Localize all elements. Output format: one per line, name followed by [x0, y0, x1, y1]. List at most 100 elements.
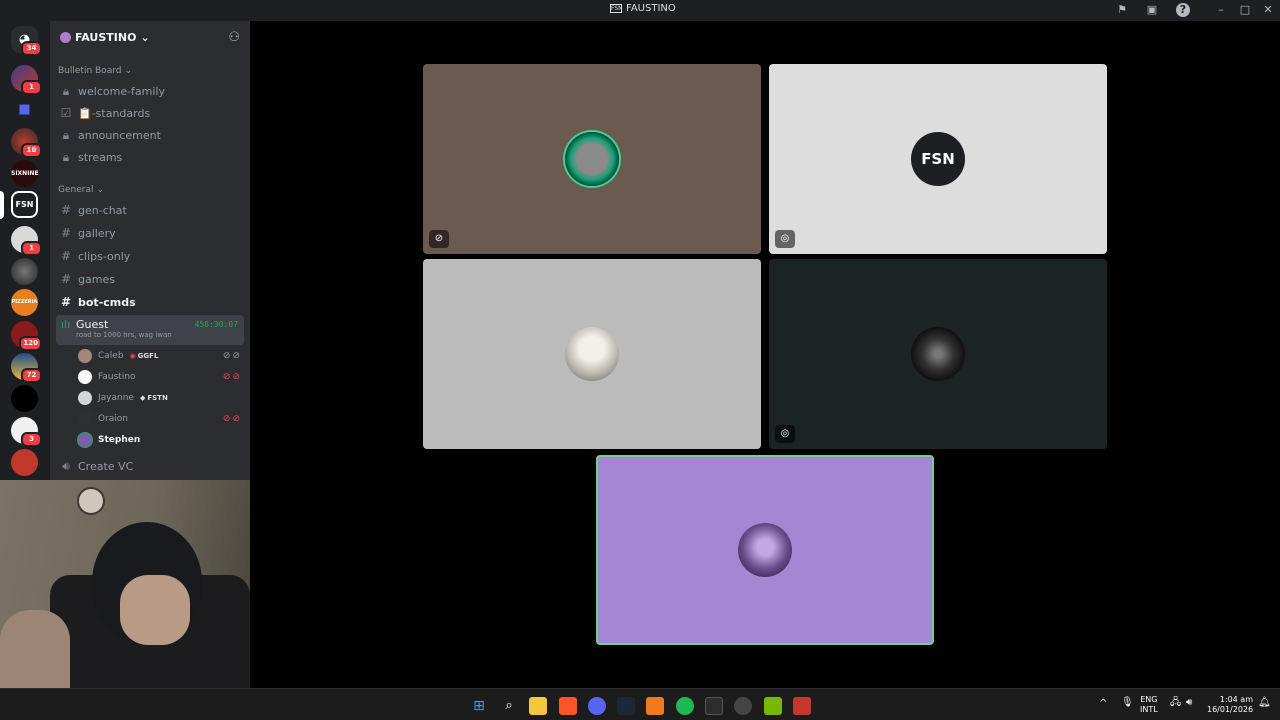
voice-user-oraion[interactable]: Oraion ⊘⊘: [78, 408, 242, 429]
chevron-up-icon[interactable]: ^: [1099, 699, 1107, 709]
terminal-icon[interactable]: [705, 697, 723, 715]
participant-tile-speaking[interactable]: [596, 455, 934, 645]
language-top: ENG: [1140, 695, 1158, 704]
user-name: Stephen: [98, 434, 141, 445]
channel-games[interactable]: # games: [56, 268, 244, 290]
channel-gallery[interactable]: # gallery: [56, 222, 244, 244]
server-icon[interactable]: 3: [11, 417, 42, 447]
spotify-icon[interactable]: [676, 697, 694, 715]
minimize-icon[interactable]: –: [1213, 2, 1229, 18]
server-icon[interactable]: [11, 449, 38, 476]
file-explorer-icon[interactable]: [529, 697, 547, 715]
server-badge: 120: [19, 336, 42, 351]
participant-tile[interactable]: ◎: [769, 259, 1107, 449]
maximize-icon[interactable]: □: [1237, 2, 1253, 18]
microphone-icon[interactable]: 🎙︎: [1121, 698, 1134, 708]
channel-bot-cmds[interactable]: # bot-cmds: [56, 291, 244, 313]
voice-user-stephen[interactable]: Stephen: [78, 429, 242, 450]
server-sixnine[interactable]: SIXNINE: [11, 160, 39, 187]
voice-channel-status: road to 1000 hrs, wag iwan: [76, 331, 172, 339]
server-icon[interactable]: 10: [11, 128, 42, 158]
server-icon[interactable]: 72: [11, 353, 42, 383]
server-icon[interactable]: 1: [11, 226, 42, 256]
channel-clips-only[interactable]: # clips-only: [56, 245, 244, 267]
avatar: [911, 327, 965, 381]
brave-icon[interactable]: [559, 697, 577, 715]
avatar: [78, 411, 92, 426]
category-general[interactable]: General ⌄: [50, 181, 250, 199]
voice-user-caleb[interactable]: Caleb ◉ GGFL ⊘⊘: [78, 345, 242, 366]
lock-icon: 🔒︎: [62, 127, 70, 142]
add-member-icon[interactable]: ⚇: [228, 30, 240, 45]
muted-icon: ⊘: [429, 230, 449, 248]
chrome-icon[interactable]: [734, 697, 752, 715]
category-label: Bulletin Board: [58, 66, 122, 76]
voice-user-faustino[interactable]: Faustino ⊘⊘: [78, 366, 242, 387]
participant-tile[interactable]: [423, 259, 761, 449]
avatar: [78, 369, 92, 384]
window-title: FSN FAUSTINO: [610, 3, 676, 14]
voice-channel-guest[interactable]: ılı Guest road to 1000 hrs, wag iwan 458…: [56, 315, 244, 345]
guild-icon: [60, 32, 71, 43]
channel-name: games: [78, 272, 115, 286]
channel-announcement[interactable]: 🔒︎ announcement: [56, 124, 244, 146]
voice-timer: 458:30:07: [194, 320, 238, 329]
avatar: [78, 390, 92, 405]
deafened-icon: ◎: [775, 425, 795, 443]
close-icon[interactable]: ✕: [1260, 2, 1276, 18]
guild-header[interactable]: FAUSTINO ⌄ ⚇: [50, 21, 250, 54]
app-icon[interactable]: [646, 697, 664, 715]
window-icon[interactable]: ▣: [1145, 3, 1159, 17]
server-icon[interactable]: [11, 385, 38, 412]
chevron-down-icon: ⌄: [124, 66, 133, 76]
clock[interactable]: 1:04 am 16/01/2026: [1207, 695, 1253, 715]
channel-name: Create VC: [78, 459, 134, 473]
server-fsn[interactable]: FSN: [11, 191, 38, 218]
voice-user-jayanne[interactable]: Jayanne ◆ FSTN: [78, 387, 242, 408]
nvidia-icon[interactable]: [764, 697, 782, 715]
steam-icon[interactable]: [617, 697, 635, 715]
participant-tile[interactable]: ⊘: [423, 64, 761, 254]
fsn-avatar: FSN: [911, 132, 965, 186]
category-bulletin-board[interactable]: Bulletin Board ⌄: [50, 62, 250, 80]
clan-tag-text: FSTN: [147, 393, 168, 402]
home-button[interactable]: ◕ 34: [11, 26, 42, 56]
start-icon[interactable]: ⊞: [470, 697, 488, 715]
fsn-logo-icon: FSN: [610, 4, 623, 13]
person-face: [120, 575, 190, 645]
hash-icon: #: [60, 295, 72, 309]
create-vc-channel[interactable]: 🔊︎ Create VC: [56, 455, 244, 477]
volume-icon[interactable]: 🔊︎: [1186, 698, 1192, 708]
channel-gen-chat[interactable]: # gen-chat: [56, 199, 244, 221]
server-icon[interactable]: [11, 258, 38, 285]
language-indicator[interactable]: ENG INTL: [1140, 695, 1158, 715]
search-icon[interactable]: ⌕: [500, 697, 518, 715]
hash-icon: #: [60, 249, 72, 263]
clan-tag-icon: ◆: [139, 393, 146, 402]
app-x-icon[interactable]: [793, 697, 811, 715]
hash-icon: #: [60, 226, 72, 240]
help-icon[interactable]: ?: [1176, 3, 1190, 17]
discord-icon[interactable]: [588, 697, 606, 715]
server-icon[interactable]: 120: [11, 321, 42, 351]
server-folder-icon[interactable]: ■: [11, 96, 38, 123]
channel-name: clips-only: [78, 249, 131, 263]
person-arm: [0, 610, 70, 688]
wall-clock: [77, 487, 105, 515]
server-badge: 72: [21, 368, 42, 383]
lock-icon: 🔒︎: [62, 83, 70, 98]
channel-name: welcome-family: [78, 84, 166, 98]
channel-streams[interactable]: 🔒︎ streams: [56, 146, 244, 168]
channel-welcome-family[interactable]: 🔒︎ welcome-family: [56, 80, 244, 102]
mute-deafen-icon: ⊘⊘: [222, 350, 242, 361]
date-text: 16/01/2026: [1207, 705, 1254, 714]
inbox-flag-icon[interactable]: ⚑: [1115, 3, 1129, 17]
participant-tile[interactable]: FSN ◎: [769, 64, 1107, 254]
channel-standards[interactable]: ☑ 📋-standards: [56, 102, 244, 124]
network-icon[interactable]: 🖧: [1170, 698, 1181, 708]
server-pizzeria[interactable]: PIZZERIA: [11, 289, 38, 316]
server-icon[interactable]: 1: [11, 65, 42, 95]
notification-icon[interactable]: 🔔︎: [1258, 698, 1271, 708]
category-label: General: [58, 185, 94, 195]
deafened-icon: ◎: [775, 230, 795, 248]
